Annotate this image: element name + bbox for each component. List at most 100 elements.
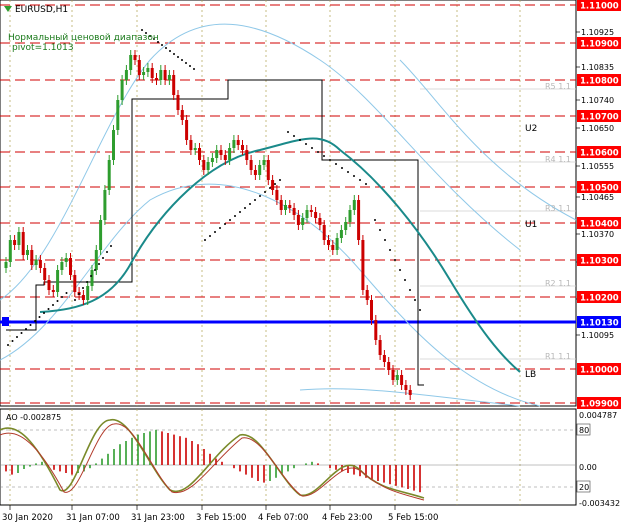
- psar-dot: [249, 203, 251, 205]
- psar-dot: [229, 219, 231, 221]
- psar-dot: [269, 187, 271, 189]
- psar-dot: [404, 279, 406, 281]
- price-axis-label: 1.10740: [581, 96, 614, 105]
- price-chart-canvas[interactable]: EURUSD,H1 Нормальный ценовой диапазон pi…: [0, 0, 622, 528]
- price-axis-label: 1.10835: [581, 63, 614, 72]
- psar-dot: [90, 275, 92, 277]
- psar-dot: [224, 223, 226, 225]
- psar-dot: [141, 29, 143, 31]
- price-level-badge-text: 1.10600: [580, 149, 619, 159]
- candle-body: [361, 240, 365, 290]
- metatrader-chart-window[interactable]: EURUSD,H1 Нормальный ценовой диапазон pi…: [0, 0, 622, 528]
- psar-dot: [65, 292, 68, 294]
- candle-body: [51, 290, 55, 292]
- psar-dot: [43, 312, 45, 314]
- psar-dot: [185, 62, 187, 64]
- psar-dot: [379, 229, 381, 231]
- candle-body: [112, 130, 115, 160]
- candle-body: [408, 390, 412, 395]
- candle-body: [339, 230, 343, 238]
- psar-dot: [94, 269, 96, 271]
- candle-body: [38, 260, 42, 268]
- psar-dot: [78, 293, 80, 295]
- psar-dot: [61, 296, 63, 298]
- price-level-badges: 1.11000 1.10900 1.10800 1.10700 1.10600 1.105…: [577, 0, 621, 410]
- candle-body: [228, 148, 232, 160]
- price-level-badge-text: 1.10500: [580, 184, 619, 194]
- candle-body: [219, 150, 223, 155]
- psar-dot: [359, 179, 361, 181]
- psar-dot: [102, 257, 104, 259]
- candle-body: [253, 170, 257, 175]
- candle-body: [249, 160, 253, 170]
- ao-panel-frame: [0, 408, 577, 506]
- candle-body: [8, 240, 12, 262]
- candle-body: [245, 150, 249, 160]
- pivot-left-marker: [2, 317, 9, 326]
- candle-body: [185, 120, 189, 140]
- candle-body: [344, 222, 348, 230]
- time-label: 31 Jan 23:00: [131, 513, 185, 523]
- candle-body: [202, 160, 206, 170]
- candle-body: [99, 220, 103, 250]
- psar-dot: [287, 131, 289, 133]
- candle-body: [241, 145, 244, 150]
- psar-dot: [189, 65, 191, 67]
- psar-dot: [82, 287, 84, 289]
- psar-dot: [11, 340, 14, 342]
- psar-dot: [329, 159, 331, 161]
- candle-body: [271, 180, 275, 190]
- psar-dot: [214, 231, 216, 233]
- candle-body: [159, 70, 163, 80]
- psar-dot: [335, 163, 337, 165]
- candle-body: [296, 215, 300, 225]
- candle-body: [116, 100, 120, 130]
- time-label: 30 Jan 2020: [2, 513, 53, 523]
- candle-body: [318, 218, 322, 225]
- price-level-badge-text: 1.10130: [580, 319, 619, 329]
- psar-dot: [347, 171, 349, 173]
- candle-body: [284, 205, 287, 210]
- psar-dot: [399, 269, 401, 271]
- price-level-badge-text: 1.10900: [580, 40, 619, 50]
- candle-body: [137, 60, 141, 75]
- candle-body: [262, 160, 266, 165]
- price-axis-label: 1.10370: [581, 230, 614, 239]
- psar-dot: [244, 207, 246, 209]
- time-label: 4 Feb 23:00: [322, 513, 372, 523]
- candle-body: [400, 375, 404, 385]
- candle-body: [236, 140, 240, 145]
- candle-body: [180, 110, 184, 120]
- candle-body: [357, 200, 361, 240]
- psar-dot: [323, 155, 325, 157]
- candle-body: [301, 218, 305, 225]
- candle-body: [215, 150, 219, 158]
- psar-dot: [259, 195, 261, 197]
- price-axis-label: 1.10095: [581, 331, 614, 340]
- time-label: 31 Jan 07:00: [66, 513, 120, 523]
- candle-body: [198, 148, 201, 160]
- candle-body: [142, 72, 146, 75]
- candle-body: [374, 320, 378, 340]
- psar-dot: [29, 324, 32, 326]
- psar-dot: [274, 183, 276, 185]
- candle-body: [107, 160, 111, 190]
- psar-dot: [98, 263, 100, 265]
- candle-body: [206, 162, 210, 170]
- candle-body: [155, 78, 158, 80]
- psar-dot: [305, 143, 307, 145]
- psar-dot: [38, 316, 41, 318]
- candle-body: [292, 208, 296, 215]
- psar-dot: [419, 309, 421, 311]
- candle-body: [4, 262, 8, 268]
- candle-body: [17, 232, 21, 245]
- candle-body: [103, 190, 107, 220]
- r3-label: R3 1.1: [545, 204, 571, 213]
- psar-dot: [209, 235, 211, 237]
- time-label: 5 Feb 15:00: [388, 513, 438, 523]
- candle-body: [146, 68, 150, 72]
- psar-dot: [173, 53, 175, 55]
- psar-dot: [181, 59, 183, 61]
- psar-dot: [394, 259, 396, 261]
- candle-body: [133, 55, 137, 60]
